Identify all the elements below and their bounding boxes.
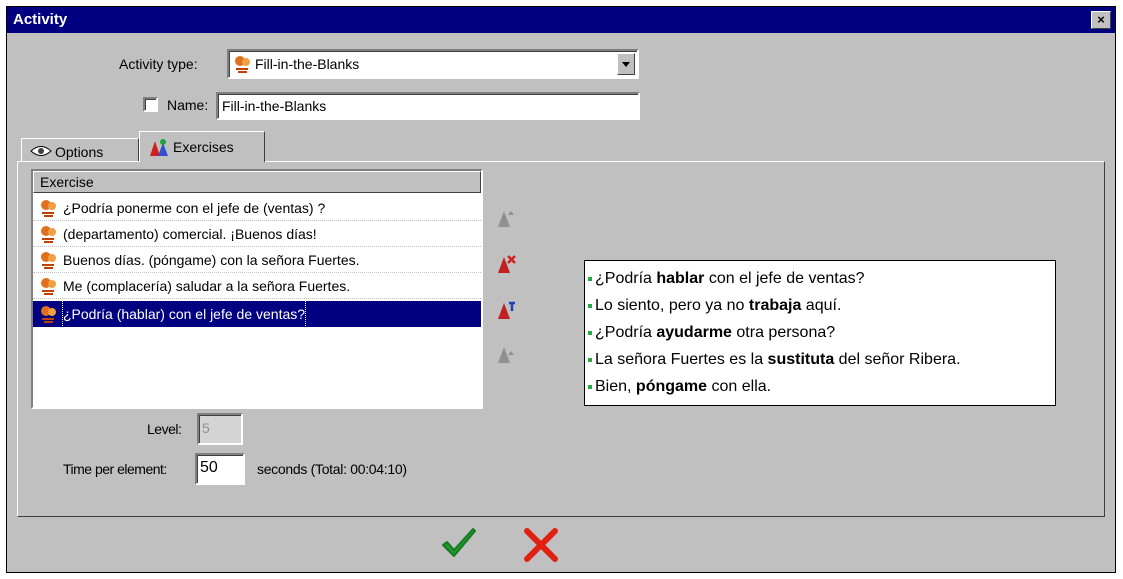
exercise-row-text: ¿Podría (hablar) con el jefe de ventas?	[61, 300, 307, 328]
preview-line: La señora Fuertes es la sustituta del se…	[585, 346, 1055, 373]
bullet-icon	[588, 276, 592, 281]
window-title: Activity	[13, 11, 68, 28]
activity-type-label: Activity type:	[119, 56, 198, 72]
chevron-down-icon[interactable]	[617, 53, 635, 75]
exercise-row-text: (departamento) comercial. ¡Buenos días!	[63, 226, 317, 242]
delete-exercise-icon[interactable]	[495, 253, 517, 275]
time-per-element-label: Time per element:	[63, 461, 167, 477]
bullet-icon	[588, 357, 592, 362]
time-per-element-field[interactable]: 50	[195, 453, 245, 485]
eye-icon	[30, 146, 52, 156]
preview-line: ¿Podría ayudarme otra persona?	[585, 319, 1055, 346]
edit-exercise-icon[interactable]	[495, 299, 517, 321]
bullet-icon	[588, 384, 592, 389]
checkmark-icon[interactable]	[437, 523, 481, 567]
time-total-text: seconds (Total: 00:04:10)	[257, 461, 407, 477]
activity-dialog: Activity × Activity type: Fill-in-the-Bl…	[6, 6, 1116, 573]
fill-blanks-icon	[41, 200, 56, 217]
preview-line: Bien, póngame con ella.	[585, 373, 1055, 400]
bullet-icon	[588, 330, 592, 335]
name-field[interactable]: Fill-in-the-Blanks	[216, 92, 640, 120]
bullet-icon	[588, 303, 592, 308]
name-label: Name:	[167, 97, 209, 113]
cross-icon[interactable]	[519, 523, 563, 567]
preview-line: ¿Podría hablar con el jefe de ventas?	[585, 265, 1055, 292]
exercise-row-text: ¿Podría ponerme con el jefe de (ventas) …	[63, 200, 326, 216]
exercise-column-header[interactable]: Exercise	[33, 171, 481, 193]
fill-blanks-icon	[41, 226, 56, 243]
exercise-preview: ¿Podría hablar con el jefe de ventas? Lo…	[584, 260, 1056, 406]
level-field-value: 5	[202, 420, 210, 436]
move-down-icon[interactable]	[495, 343, 517, 365]
tab-exercises-label: Exercises	[173, 139, 234, 155]
exercise-row[interactable]: (departamento) comercial. ¡Buenos días!	[33, 221, 481, 247]
title-bar: Activity ×	[7, 7, 1115, 33]
exercise-row-text: Buenos días. (póngame) con la señora Fue…	[63, 252, 360, 268]
activity-type-value: Fill-in-the-Blanks	[255, 56, 360, 72]
time-per-element-value: 50	[200, 459, 218, 476]
fill-blanks-icon	[41, 306, 56, 323]
preview-line: Lo siento, pero ya no trabaja aquí.	[585, 292, 1055, 319]
exercise-row[interactable]: Buenos días. (póngame) con la señora Fue…	[33, 247, 481, 273]
exercises-icon	[150, 139, 168, 156]
move-up-icon[interactable]	[495, 207, 517, 229]
exercise-row-selected[interactable]: ¿Podría (hablar) con el jefe de ventas?	[33, 300, 481, 328]
fill-blanks-icon	[41, 278, 56, 295]
tab-options[interactable]: Options	[21, 138, 139, 162]
name-field-value: Fill-in-the-Blanks	[222, 98, 327, 114]
fill-blanks-icon	[235, 56, 250, 73]
level-label: Level:	[147, 421, 182, 437]
activity-type-select[interactable]: Fill-in-the-Blanks	[227, 49, 639, 79]
close-button[interactable]: ×	[1091, 11, 1111, 29]
tab-options-label: Options	[55, 144, 104, 160]
exercise-row[interactable]: Me (complacería) saludar a la señora Fue…	[33, 273, 481, 299]
level-field: 5	[197, 413, 243, 445]
fill-blanks-icon	[41, 252, 56, 269]
exercise-row-text: Me (complacería) saludar a la señora Fue…	[63, 278, 351, 294]
name-checkbox[interactable]	[143, 97, 158, 112]
tab-exercises[interactable]: Exercises	[139, 131, 265, 162]
exercise-list[interactable]: Exercise ¿Podría ponerme con el jefe de …	[31, 169, 483, 409]
exercise-row[interactable]: ¿Podría ponerme con el jefe de (ventas) …	[33, 195, 481, 221]
